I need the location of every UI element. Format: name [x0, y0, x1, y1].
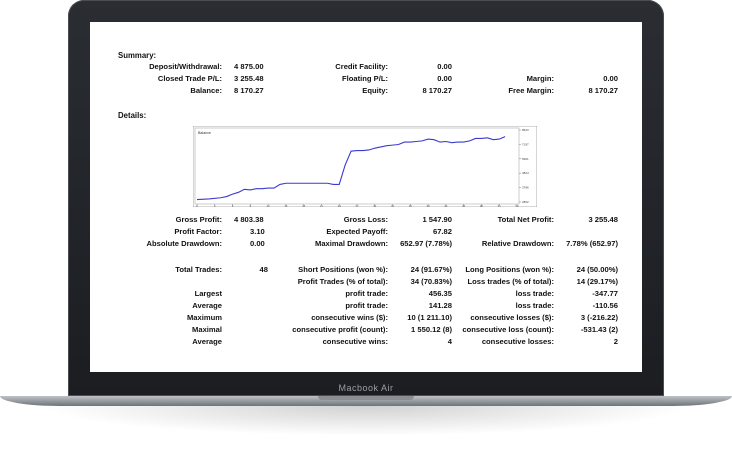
loss-trades-label: Loss trades (% of total): [467, 277, 555, 286]
balance-chart: Balance 0 3 6 9 12 15 18 21 24 27 30 33 36 39 42 45 48 51… [193, 126, 537, 207]
profit-trades-value: 34 (70.83%) [410, 277, 452, 286]
device-shadow [40, 406, 692, 436]
total-net-label: Total Net Profit: [497, 215, 554, 224]
row-profit-label: consecutive profit (count): [292, 325, 388, 334]
gross-profit-value: 4 803.38 [234, 215, 264, 224]
floating-label: Floating P/L: [342, 74, 388, 83]
details-heading: Details: [118, 111, 147, 120]
row-loss-label: consecutive loss (count): [462, 325, 554, 334]
profit-factor-label: Profit Factor: [174, 227, 222, 236]
row-loss-value: -347.77 [592, 289, 618, 298]
row-profit-label: consecutive wins: [322, 337, 388, 346]
closed-label: Closed Trade P/L: [157, 74, 222, 83]
rel-drawdown-label: Relative Drawdown: [481, 239, 554, 248]
profit-factor-value: 3.10 [250, 227, 265, 236]
credit-value: 0.00 [437, 62, 452, 71]
long-positions-value: 24 (50.00%) [576, 265, 618, 274]
expected-payoff-value: 67.82 [432, 227, 452, 236]
abs-drawdown-label: Absolute Drawdown: [146, 239, 222, 248]
row-profit-value: 141.28 [428, 301, 452, 310]
row-loss-value: -531.43 (2) [580, 325, 618, 334]
row-qualifier: Average [192, 337, 222, 346]
balance-label: Balance: [190, 86, 222, 95]
row-profit-value: 10 (1 211.10) [407, 313, 452, 322]
expected-payoff-label: Expected Payoff: [326, 227, 388, 236]
deposit-value: 4 875.00 [234, 62, 264, 71]
y-tick-label: 4824 [522, 171, 529, 175]
balance-value: 8 170.27 [234, 86, 264, 95]
row-loss-label: consecutive losses ($): [470, 313, 554, 322]
floating-value: 0.00 [437, 74, 452, 83]
row-profit-value: 456.35 [428, 289, 452, 298]
row-profit-value: 4 [447, 337, 452, 346]
free-margin-value: 8 170.27 [588, 86, 618, 95]
row-profit-label: profit trade: [345, 301, 388, 310]
loss-trades-value: 14 (29.17%) [576, 277, 618, 286]
y-tick-label: 2862 [522, 200, 529, 204]
device-label: Macbook Air [338, 383, 394, 393]
equity-label: Equity: [362, 86, 388, 95]
y-tick-label: 7197 [522, 142, 529, 146]
equity-value: 8 170.27 [422, 86, 452, 95]
total-net-value: 3 255.48 [588, 215, 618, 224]
abs-drawdown-value: 0.00 [250, 239, 265, 248]
chart-legend: Balance [198, 131, 211, 135]
row-profit-value: 1 550.12 (8) [411, 325, 452, 334]
gross-loss-value: 1 547.90 [422, 215, 452, 224]
row-qualifier: Maximum [186, 313, 222, 322]
total-trades-value: 48 [259, 265, 268, 274]
row-qualifier: Largest [194, 289, 222, 298]
gross-loss-label: Gross Loss: [343, 215, 388, 224]
free-margin-label: Free Margin: [508, 86, 554, 95]
report-screen: Summary: Deposit/Withdrawal: 4 875.00 Cr… [90, 22, 642, 372]
max-drawdown-value: 652.97 (7.78%) [400, 239, 452, 248]
row-loss-value: 3 (-216.22) [580, 313, 618, 322]
row-loss-label: loss trade: [515, 289, 554, 298]
short-positions-label: Short Positions (won %): [298, 265, 388, 274]
credit-label: Credit Facility: [335, 62, 388, 71]
y-tick-label: 8523 [522, 128, 529, 132]
summary-heading: Summary: [118, 51, 157, 60]
long-positions-label: Long Positions (won %): [465, 265, 554, 274]
total-trades-label: Total Trades: [175, 265, 222, 274]
row-loss-label: consecutive losses: [481, 337, 554, 346]
max-drawdown-label: Maximal Drawdown: [315, 239, 388, 248]
gross-profit-label: Gross Profit: [175, 215, 222, 224]
deposit-label: Deposit/Withdrawal: [149, 62, 222, 71]
laptop-notch [318, 396, 414, 400]
plot-area [194, 127, 520, 205]
profit-trades-label: Profit Trades (% of total): [297, 277, 388, 286]
y-tick-label: 3786 [522, 186, 529, 190]
rel-drawdown-value: 7.78% (652.97) [566, 239, 618, 248]
margin-label: Margin: [526, 74, 554, 83]
row-loss-label: loss trade: [515, 301, 554, 310]
row-profit-label: consecutive wins ($): [311, 313, 388, 322]
row-loss-value: 2 [613, 337, 618, 346]
margin-value: 0.00 [603, 74, 618, 83]
row-profit-label: profit trade: [345, 289, 388, 298]
short-positions-value: 24 (91.67%) [410, 265, 452, 274]
y-tick-label: 5961 [522, 157, 529, 161]
row-qualifier: Maximal [192, 325, 222, 334]
row-qualifier: Average [192, 301, 222, 310]
closed-value: 3 255.48 [234, 74, 264, 83]
row-loss-value: -110.56 [592, 301, 618, 310]
